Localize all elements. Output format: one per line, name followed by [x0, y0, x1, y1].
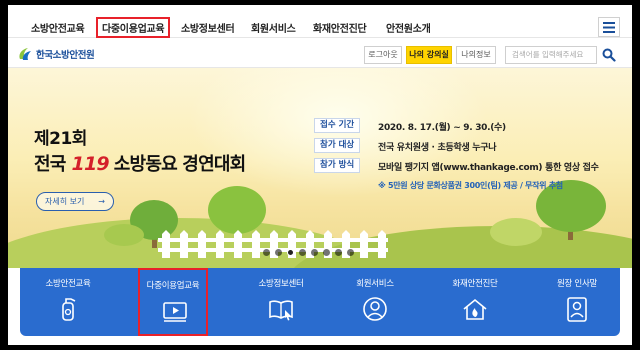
quick-item-label: 소방정보센터: [258, 279, 304, 289]
search-input[interactable]: 검색어를 입력해주세요: [505, 46, 597, 64]
banner-note: ※ 5만원 상당 문화상품권 300인(팀) 제공 / 무작위 추첨: [378, 181, 563, 190]
quick-item-label: 원장 인사말: [556, 279, 597, 289]
logout-button[interactable]: 로그아웃: [364, 46, 402, 64]
topnav-item-fire-safety-education[interactable]: 소방안전교육: [31, 20, 85, 35]
hamburger-menu-button[interactable]: [598, 17, 620, 37]
main-banner[interactable]: 제21회 전국 119 소방동요 경연대회 자세히 보기 → 접수 기간 2020.…: [8, 68, 632, 268]
site-header: 한국소방안전원 로그아웃 나의 강의실 나의정보 검색어를 입력해주세요: [8, 38, 632, 68]
banner-glow: [188, 68, 488, 198]
banner-title-edition: 제21회: [34, 129, 87, 149]
quick-item-fire-safety-diagnosis[interactable]: 화재안전진단: [440, 268, 510, 336]
info-label-method: 참가 방식: [314, 158, 361, 173]
my-info-button[interactable]: 나의정보: [456, 46, 496, 64]
banner-title: 전국 119 소방동요 경연대회: [34, 150, 246, 176]
quick-item-label: 소방안전교육: [45, 279, 91, 289]
slide-dot[interactable]: [335, 249, 342, 256]
site-logo[interactable]: 한국소방안전원: [17, 46, 95, 62]
page-frame: 소방안전교육 다중이용업교육 소방정보센터 회원서비스 화재안전진단 안전원소개…: [8, 5, 632, 345]
topnav-item-fire-safety-diagnosis[interactable]: 화재안전진단: [313, 20, 367, 35]
slide-dot[interactable]: [275, 249, 282, 256]
topnav-item-member-service[interactable]: 회원서비스: [251, 20, 296, 35]
info-value-target: 전국 유치원생 · 초등학생 누구나: [378, 143, 497, 153]
quick-item-member-service[interactable]: 회원서비스: [340, 268, 410, 336]
logo-text: 한국소방안전원: [36, 50, 95, 61]
topnav-item-multi-use-education[interactable]: 다중이용업교육: [96, 17, 171, 38]
topnav-item-fire-info-center[interactable]: 소방정보센터: [181, 20, 235, 35]
quick-item-greeting[interactable]: 원장 인사말: [542, 268, 612, 336]
my-classroom-button[interactable]: 나의 강의실: [406, 46, 452, 64]
info-label-period: 접수 기간: [314, 118, 361, 133]
book-cursor-icon: [269, 300, 293, 321]
slide-dot[interactable]: [323, 249, 330, 256]
topnav-item-about[interactable]: 안전원소개: [386, 20, 431, 35]
tree-center: [208, 186, 266, 234]
quick-item-label: 다중이용업교육: [146, 281, 200, 291]
quick-item-label: 회원서비스: [356, 279, 394, 289]
logo-mark-icon: [19, 48, 31, 60]
bush-right: [490, 218, 542, 246]
quick-menu: 소방안전교육 다중이용업교육 소방정보센터 회원서비스 화재안전진단 원장 인사…: [20, 268, 620, 336]
hamburger-icon: [603, 21, 615, 33]
banner-more-label: 자세히 보기: [45, 197, 85, 206]
banner-title-prefix: 전국: [34, 154, 66, 175]
top-navigation: 소방안전교육 다중이용업교육 소방정보센터 회원서비스 화재안전진단 안전원소개: [8, 5, 632, 38]
fire-extinguisher-icon: [62, 298, 76, 321]
fire-house-icon: [463, 298, 487, 320]
quick-item-multi-use-education[interactable]: 다중이용업교육: [138, 268, 208, 336]
info-value-period: 2020. 8. 17.(월) ~ 9. 30.(수): [378, 123, 506, 133]
quick-item-label: 화재안전진단: [452, 279, 498, 289]
video-play-icon: [163, 302, 187, 322]
slide-dot[interactable]: [299, 249, 306, 256]
quick-item-fire-info-center[interactable]: 소방정보센터: [246, 268, 316, 336]
user-circle-icon: [363, 297, 387, 321]
search-icon[interactable]: [602, 48, 616, 62]
info-value-method: 모바일 팽기지 앱(www.thankage.com) 통한 영상 접수: [378, 163, 599, 173]
arrow-right-icon: →: [98, 197, 105, 206]
slide-dot[interactable]: [311, 249, 318, 256]
slide-dot[interactable]: [347, 249, 354, 256]
banner-title-suffix: 소방동요 경연대회: [113, 154, 246, 175]
banner-title-119: 119: [71, 153, 110, 175]
slide-dot[interactable]: [263, 249, 270, 256]
bush-left: [104, 224, 144, 246]
slide-pagination: [263, 249, 354, 256]
banner-more-button[interactable]: 자세히 보기 →: [36, 192, 114, 211]
slide-dot[interactable]: [287, 249, 294, 256]
quick-item-fire-safety-education[interactable]: 소방안전교육: [33, 268, 103, 336]
info-label-target: 참가 대상: [314, 138, 361, 153]
person-badge-icon: [567, 297, 587, 322]
